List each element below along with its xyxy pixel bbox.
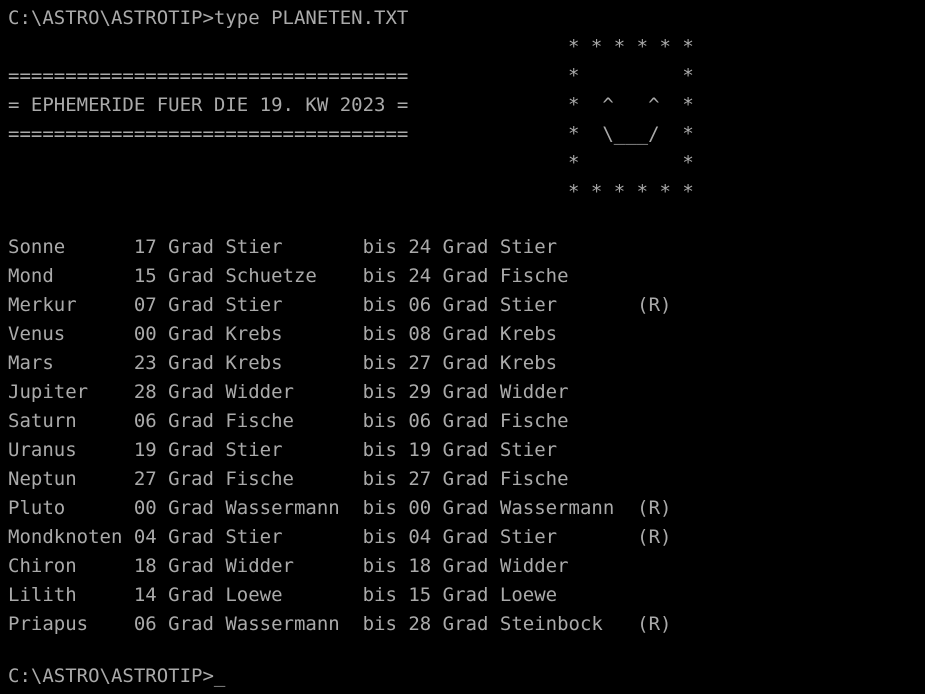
- table-row: Sonne 17 Grad Stier bis 24 Grad Stier: [8, 236, 558, 258]
- table-row: Mondknoten 04 Grad Stier bis 04 Grad Sti…: [8, 526, 672, 548]
- table-row: Venus 00 Grad Krebs bis 08 Grad Krebs: [8, 323, 558, 345]
- table-row: Merkur 07 Grad Stier bis 06 Grad Stier (…: [8, 294, 672, 316]
- table-row: Uranus 19 Grad Stier bis 19 Grad Stier: [8, 439, 558, 461]
- table-row: Pluto 00 Grad Wassermann bis 00 Grad Was…: [8, 497, 672, 519]
- rule-top: ===================================: [8, 65, 409, 87]
- table-row: Lilith 14 Grad Loewe bis 15 Grad Loewe: [8, 584, 558, 606]
- table-row: Neptun 27 Grad Fische bis 27 Grad Fische: [8, 468, 569, 490]
- table-row: Mars 23 Grad Krebs bis 27 Grad Krebs: [8, 352, 558, 374]
- document-title: = EPHEMERIDE FUER DIE 19. KW 2023 =: [8, 94, 409, 116]
- rule-bottom: ===================================: [8, 123, 409, 145]
- table-row: Priapus 06 Grad Wassermann bis 28 Grad S…: [8, 613, 672, 635]
- shell-prompt[interactable]: C:\ASTRO\ASTROTIP>_: [8, 662, 225, 691]
- table-row: Mond 15 Grad Schuetze bis 24 Grad Fische: [8, 265, 569, 287]
- ephemeris-table: Sonne 17 Grad Stier bis 24 Grad Stier Mon…: [8, 233, 671, 639]
- table-row: Jupiter 28 Grad Widder bis 29 Grad Widde…: [8, 381, 569, 403]
- table-row: Chiron 18 Grad Widder bis 18 Grad Widder: [8, 555, 569, 577]
- terminal-screen[interactable]: C:\ASTRO\ASTROTIP>type PLANETEN.TXT ====…: [0, 0, 925, 694]
- table-row: Saturn 06 Grad Fische bis 06 Grad Fische: [8, 410, 569, 432]
- command-line: C:\ASTRO\ASTROTIP>type PLANETEN.TXT: [8, 7, 409, 29]
- smiley-face-ascii-art: * * * * * * * * * ^ ^ * * \___/ * * * * …: [568, 36, 694, 203]
